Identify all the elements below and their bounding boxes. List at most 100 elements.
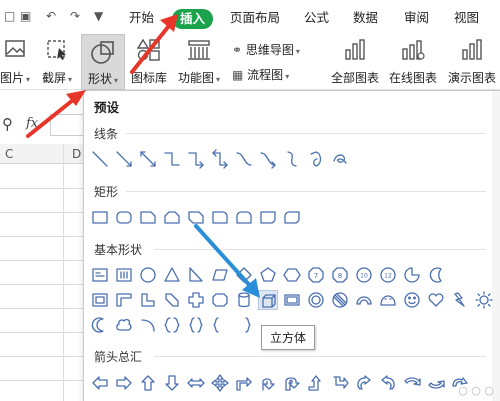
undo-icon[interactable]: ↶ — [46, 9, 56, 27]
basic-shape[interactable] — [402, 265, 422, 285]
rectangle-shape[interactable] — [114, 207, 134, 227]
basic-shape[interactable]: 10 — [354, 265, 374, 285]
basic-shape[interactable] — [282, 265, 302, 285]
rectangle-shape[interactable] — [210, 207, 230, 227]
basic-shape[interactable] — [114, 290, 134, 310]
arrow-shape[interactable] — [378, 373, 398, 393]
tab-review[interactable]: 审阅 — [404, 8, 429, 28]
basic-shape[interactable] — [234, 265, 254, 285]
all-charts-button[interactable]: 全部图表 — [328, 34, 382, 90]
basic-shape[interactable] — [90, 265, 110, 285]
online-charts-button[interactable]: 在线图表 — [386, 34, 440, 90]
basic-shape[interactable] — [186, 265, 206, 285]
tab-data[interactable]: 数据 — [353, 8, 378, 28]
tab-formula[interactable]: 公式 — [304, 8, 329, 28]
arrow-shape[interactable] — [354, 373, 374, 393]
rectangle-shape[interactable] — [186, 207, 206, 227]
tab-insert[interactable]: 插入 — [172, 9, 214, 29]
arrow-shape[interactable] — [330, 373, 350, 393]
panel-scrollbar[interactable] — [492, 91, 500, 401]
basic-shape[interactable] — [210, 290, 230, 310]
cube-shape[interactable] — [258, 290, 278, 310]
basic-shape[interactable] — [426, 290, 446, 310]
basic-shape[interactable] — [90, 315, 110, 335]
basic-shape[interactable]: 7 — [306, 265, 326, 285]
tab-page-layout[interactable]: 页面布局 — [230, 8, 280, 28]
basic-shape[interactable] — [450, 290, 470, 310]
tab-start[interactable]: 开始 — [129, 8, 154, 28]
basic-shape[interactable] — [210, 265, 230, 285]
print-preview-icon[interactable]: ▣ — [20, 9, 31, 27]
basic-shape[interactable] — [162, 290, 182, 310]
line-shape[interactable] — [282, 149, 302, 169]
spreadsheet-grid[interactable]: C D — [0, 144, 83, 401]
basic-shape[interactable] — [90, 290, 110, 310]
column-header-c[interactable]: C — [5, 144, 17, 164]
basic-shape[interactable] — [138, 290, 158, 310]
rectangle-shape[interactable] — [282, 207, 302, 227]
icon-library-button[interactable]: 图标库 — [128, 34, 170, 90]
save-icon[interactable]: □ — [4, 9, 15, 27]
basic-shape[interactable] — [186, 290, 206, 310]
basic-shape[interactable] — [378, 290, 398, 310]
line-shape[interactable] — [90, 149, 110, 169]
basic-shape[interactable] — [210, 315, 230, 335]
basic-shape[interactable] — [402, 290, 422, 310]
arrow-shape[interactable] — [402, 373, 422, 393]
formula-input[interactable] — [50, 114, 84, 136]
basic-shape[interactable] — [138, 265, 158, 285]
basic-shape[interactable] — [354, 290, 374, 310]
line-shape[interactable] — [138, 149, 158, 169]
basic-shape[interactable] — [234, 315, 254, 335]
rectangle-shape[interactable] — [138, 207, 158, 227]
customize-dropdown-icon[interactable]: ▼ — [94, 9, 103, 27]
basic-shape[interactable]: 8 — [330, 265, 350, 285]
line-shape[interactable] — [210, 149, 230, 169]
line-shape[interactable] — [186, 149, 206, 169]
basic-shape[interactable] — [282, 290, 302, 310]
basic-shape[interactable] — [162, 315, 182, 335]
arrow-shape[interactable] — [306, 373, 326, 393]
screenshot-button[interactable]: 截屏 ▾ — [36, 34, 78, 90]
basic-shape[interactable] — [258, 265, 278, 285]
basic-shape[interactable]: 12 — [378, 265, 398, 285]
arrow-shape[interactable] — [210, 373, 230, 393]
basic-shape[interactable] — [138, 315, 158, 335]
basic-shape[interactable] — [114, 265, 134, 285]
arrow-shape[interactable] — [114, 373, 134, 393]
line-shape[interactable] — [162, 149, 182, 169]
basic-shape[interactable] — [330, 290, 350, 310]
arrow-shape[interactable] — [258, 373, 278, 393]
flowchart-button[interactable]: ▦ 流程图 ▾ — [232, 65, 289, 85]
demo-charts-button[interactable]: 演示图表 — [444, 34, 500, 90]
arrow-shape[interactable] — [426, 373, 446, 393]
basic-shape[interactable] — [162, 265, 182, 285]
rectangle-shape[interactable] — [234, 207, 254, 227]
shapes-button[interactable]: 形状 ▾ — [81, 34, 125, 90]
arrow-shape[interactable] — [90, 373, 110, 393]
arrow-shape[interactable] — [282, 373, 302, 393]
basic-shape[interactable] — [114, 315, 134, 335]
basic-shape[interactable] — [474, 290, 494, 310]
basic-shape[interactable] — [306, 290, 326, 310]
fx-icon[interactable]: fx — [26, 116, 38, 131]
arrow-shape[interactable] — [162, 373, 182, 393]
picture-button[interactable]: 图片 ▾ — [0, 34, 30, 90]
line-shape[interactable] — [114, 149, 134, 169]
basic-shape[interactable] — [426, 265, 446, 285]
rectangle-shape[interactable] — [90, 207, 110, 227]
basic-shape[interactable] — [186, 315, 206, 335]
basic-shape[interactable] — [234, 290, 254, 310]
arrow-shape[interactable] — [138, 373, 158, 393]
function-chart-button[interactable]: 功能图 ▾ — [175, 34, 223, 90]
redo-icon[interactable]: ↷ — [70, 9, 80, 27]
zoom-icon[interactable]: ⚲ — [2, 115, 13, 133]
line-shape[interactable] — [234, 149, 254, 169]
line-shape[interactable] — [330, 149, 350, 169]
rectangle-shape[interactable] — [258, 207, 278, 227]
mindmap-button[interactable]: ⚭ 思维导图 ▾ — [232, 40, 300, 60]
rectangle-shape[interactable] — [162, 207, 182, 227]
line-shape[interactable] — [306, 149, 326, 169]
tab-view[interactable]: 视图 — [454, 8, 479, 28]
arrow-shape[interactable] — [234, 373, 254, 393]
